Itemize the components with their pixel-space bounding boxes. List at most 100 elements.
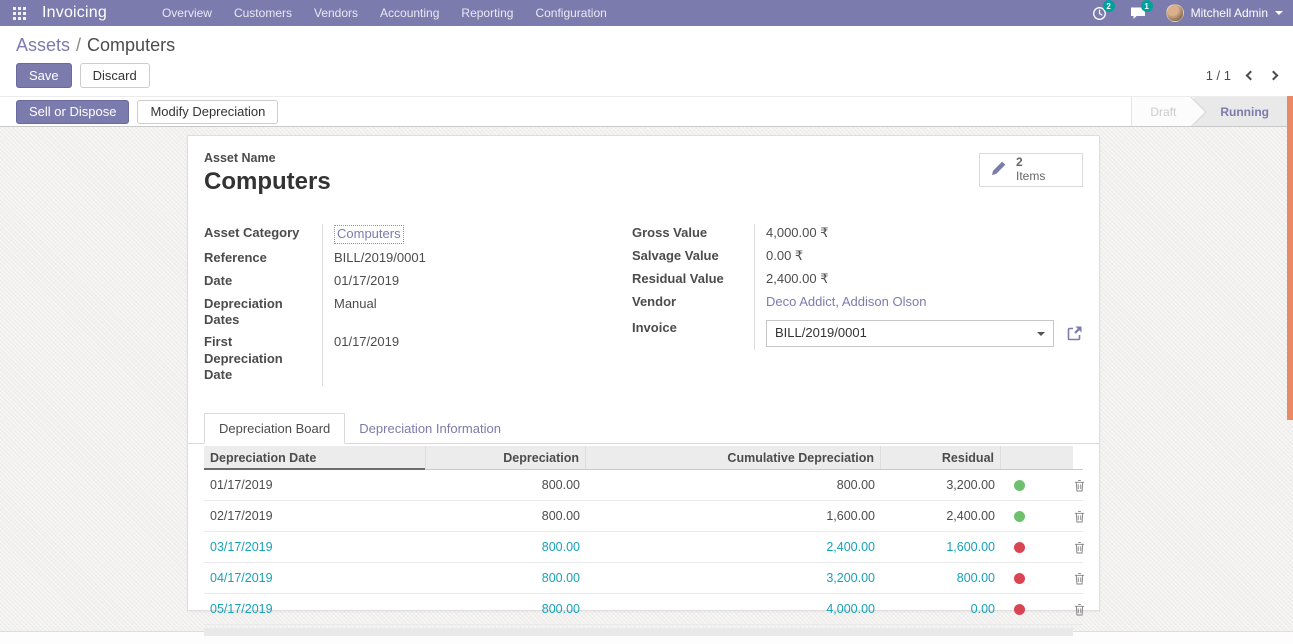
cell-residual[interactable]: 1,600.00 xyxy=(881,540,1001,554)
cell-depreciation-date[interactable]: 05/17/2019 xyxy=(204,602,426,616)
column-header-depreciation-date[interactable]: Depreciation Date xyxy=(204,446,426,469)
salvage-value-label: Salvage Value xyxy=(632,245,754,267)
chevron-down-icon xyxy=(1037,332,1045,336)
tab-depreciation-information[interactable]: Depreciation Information xyxy=(345,414,515,443)
apps-grid-icon[interactable] xyxy=(8,2,30,24)
column-header-status xyxy=(1001,446,1073,469)
invoice-select[interactable]: BILL/2019/0001 xyxy=(766,320,1054,347)
external-link-icon[interactable] xyxy=(1066,325,1083,342)
table-row[interactable]: 01/17/2019 800.00 800.00 3,200.00 xyxy=(204,470,1083,501)
asset-form-sheet: Asset Name Computers 2 Items xyxy=(187,135,1100,611)
menu-reporting[interactable]: Reporting xyxy=(450,0,524,26)
reference-field[interactable]: BILL/2019/0001 xyxy=(322,247,606,270)
control-panel: Assets/Computers Save Discard 1 / 1 xyxy=(0,26,1293,96)
breadcrumb-assets-link[interactable]: Assets xyxy=(16,35,70,55)
reference-label: Reference xyxy=(204,247,322,269)
cell-depreciation-date[interactable]: 03/17/2019 xyxy=(204,540,426,554)
date-field[interactable]: 01/17/2019 xyxy=(322,270,606,293)
status-pipeline: Draft Running xyxy=(1131,97,1287,126)
first-depreciation-date-label: First Depreciation Date xyxy=(204,331,322,386)
first-depreciation-date-field[interactable]: 01/17/2019 xyxy=(322,331,606,354)
posted-status-dot xyxy=(1014,511,1025,522)
pager-previous-icon[interactable] xyxy=(1246,71,1256,81)
status-running[interactable]: Running xyxy=(1194,97,1287,126)
save-button[interactable]: Save xyxy=(16,63,72,88)
top-navbar: Invoicing Overview Customers Vendors Acc… xyxy=(0,0,1293,26)
menu-overview[interactable]: Overview xyxy=(151,0,223,26)
vertical-scrollbar[interactable] xyxy=(1287,96,1293,420)
cell-residual[interactable]: 800.00 xyxy=(881,571,1001,585)
column-header-actions xyxy=(1073,446,1085,469)
table-row[interactable]: 02/17/2019 800.00 1,600.00 2,400.00 xyxy=(204,501,1083,532)
gross-value-field[interactable]: 4,000.00 ₹ xyxy=(754,222,1083,245)
asset-name-title[interactable]: Computers xyxy=(204,168,331,196)
column-header-depreciation[interactable]: Depreciation xyxy=(426,446,586,469)
depreciation-dates-field[interactable]: Manual xyxy=(322,293,606,316)
delete-row-icon[interactable] xyxy=(1073,572,1085,585)
delete-row-icon[interactable] xyxy=(1073,510,1085,523)
delete-row-icon[interactable] xyxy=(1073,541,1085,554)
sell-or-dispose-button[interactable]: Sell or Dispose xyxy=(16,100,129,124)
column-header-residual[interactable]: Residual xyxy=(881,446,1001,469)
activity-count-badge: 2 xyxy=(1103,0,1115,12)
unposted-status-dot xyxy=(1014,573,1025,584)
tab-depreciation-board[interactable]: Depreciation Board xyxy=(204,413,345,444)
cell-depreciation-date[interactable]: 04/17/2019 xyxy=(204,571,426,585)
field-group-left: Asset Category Computers Reference BILL/… xyxy=(204,222,606,386)
menu-accounting[interactable]: Accounting xyxy=(369,0,450,26)
cell-residual[interactable]: 2,400.00 xyxy=(881,509,1001,523)
user-avatar xyxy=(1166,4,1184,22)
vendor-field[interactable]: Deco Addict, Addison Olson xyxy=(766,294,926,309)
salvage-value-field[interactable]: 0.00 ₹ xyxy=(754,245,1083,268)
breadcrumb: Assets/Computers xyxy=(16,34,1277,56)
pager: 1 / 1 xyxy=(1206,68,1277,83)
form-statusbar: Sell or Dispose Modify Depreciation Draf… xyxy=(0,96,1293,127)
cell-cumulative-depreciation[interactable]: 800.00 xyxy=(586,478,881,492)
table-row[interactable]: 05/17/2019 800.00 4,000.00 0.00 xyxy=(204,594,1083,625)
table-row[interactable]: 04/17/2019 800.00 3,200.00 800.00 xyxy=(204,563,1083,594)
residual-value-field[interactable]: 2,400.00 ₹ xyxy=(754,268,1083,291)
status-draft[interactable]: Draft xyxy=(1132,97,1194,126)
posted-status-dot xyxy=(1014,480,1025,491)
asset-category-field[interactable]: Computers xyxy=(334,225,404,244)
menu-customers[interactable]: Customers xyxy=(223,0,303,26)
items-stat-button[interactable]: 2 Items xyxy=(979,153,1083,187)
user-menu[interactable]: Mitchell Admin xyxy=(1166,4,1283,22)
column-header-cumulative-depreciation[interactable]: Cumulative Depreciation xyxy=(586,446,881,469)
pager-next-icon[interactable] xyxy=(1269,71,1279,81)
depreciation-dates-label: Depreciation Dates xyxy=(204,293,322,332)
cell-cumulative-depreciation[interactable]: 1,600.00 xyxy=(586,509,881,523)
activity-clock-icon[interactable]: 2 xyxy=(1090,4,1110,22)
depreciation-board-table: Depreciation Date Depreciation Cumulativ… xyxy=(188,444,1099,636)
invoice-select-value: BILL/2019/0001 xyxy=(775,325,867,342)
cell-residual[interactable]: 3,200.00 xyxy=(881,478,1001,492)
table-row[interactable]: 03/17/2019 800.00 2,400.00 1,600.00 xyxy=(204,532,1083,563)
delete-row-icon[interactable] xyxy=(1073,603,1085,616)
messages-icon[interactable]: 1 xyxy=(1128,4,1148,22)
cell-cumulative-depreciation[interactable]: 2,400.00 xyxy=(586,540,881,554)
gross-value-label: Gross Value xyxy=(632,222,754,244)
menu-configuration[interactable]: Configuration xyxy=(524,0,617,26)
modify-depreciation-button[interactable]: Modify Depreciation xyxy=(137,100,278,124)
unposted-status-dot xyxy=(1014,542,1025,553)
main-content: Asset Name Computers 2 Items xyxy=(0,127,1293,631)
cell-cumulative-depreciation[interactable]: 3,200.00 xyxy=(586,571,881,585)
residual-value-label: Residual Value xyxy=(632,268,754,290)
cell-depreciation[interactable]: 800.00 xyxy=(426,540,586,554)
cell-residual[interactable]: 0.00 xyxy=(881,602,1001,616)
menu-vendors[interactable]: Vendors xyxy=(303,0,369,26)
chevron-down-icon xyxy=(1275,11,1283,15)
app-brand[interactable]: Invoicing xyxy=(42,4,107,22)
pencil-icon xyxy=(990,160,1007,180)
cell-depreciation-date[interactable]: 01/17/2019 xyxy=(204,478,426,492)
unposted-status-dot xyxy=(1014,604,1025,615)
cell-depreciation[interactable]: 800.00 xyxy=(426,509,586,523)
discard-button[interactable]: Discard xyxy=(80,63,150,88)
cell-depreciation-date[interactable]: 02/17/2019 xyxy=(204,509,426,523)
items-label: Items xyxy=(1016,170,1045,184)
cell-cumulative-depreciation[interactable]: 4,000.00 xyxy=(586,602,881,616)
cell-depreciation[interactable]: 800.00 xyxy=(426,602,586,616)
cell-depreciation[interactable]: 800.00 xyxy=(426,571,586,585)
cell-depreciation[interactable]: 800.00 xyxy=(426,478,586,492)
delete-row-icon[interactable] xyxy=(1073,479,1085,492)
